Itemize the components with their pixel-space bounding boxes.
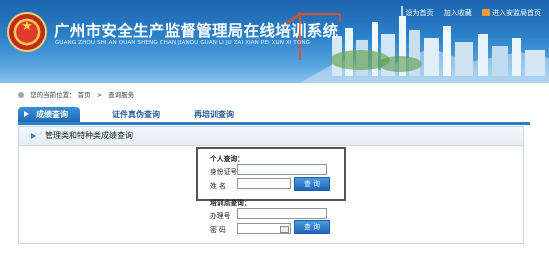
site-title: 广州市安全生产监督管理局在线培训系统 xyxy=(54,22,339,40)
panel-header: 管理类和特种类成绩查询 xyxy=(19,127,523,146)
password-input[interactable] xyxy=(237,223,291,234)
account-number-label: 办理号 xyxy=(210,212,231,220)
emblem-logo: ★ xyxy=(9,14,45,50)
breadcrumb-home[interactable]: 首页 xyxy=(78,91,91,99)
panel-title: 管理类和特种类成绩查询 xyxy=(45,131,133,140)
location-icon xyxy=(18,92,24,98)
breadcrumb: 您的当前位置： 首页 > 查询服务 xyxy=(18,89,134,99)
set-homepage-link[interactable]: 设为首页 xyxy=(406,9,434,17)
top-links: 设为首页 加入收藏 进入安监局首页 xyxy=(398,8,541,18)
center-query-button[interactable]: 查 询 xyxy=(294,220,330,234)
query-tabs: 成绩查询 证件真伪查询 再培训查询 xyxy=(18,106,530,125)
play-arrow-icon xyxy=(24,111,29,117)
play-arrow-icon xyxy=(31,133,36,139)
tab-certificate-verify[interactable]: 证件真伪查询 xyxy=(112,107,160,122)
personal-query-label: 个人查询： xyxy=(210,155,244,163)
keyboard-icon[interactable] xyxy=(280,226,289,233)
bureau-home-link[interactable]: 进入安监局首页 xyxy=(492,9,541,17)
tab-label: 成绩查询 xyxy=(36,110,68,119)
tab-label: 证件真伪查询 xyxy=(112,110,160,119)
name-label: 姓 名 xyxy=(210,182,226,190)
account-number-input[interactable] xyxy=(237,208,327,219)
password-label: 密 码 xyxy=(210,226,226,234)
id-number-input[interactable] xyxy=(237,164,327,175)
tab-label: 再培训查询 xyxy=(194,110,234,119)
site-subtitle: GUANG ZHOU SHI AN QUAN SHENG CHAN JIANDU… xyxy=(55,40,311,46)
center-query-label: 培训点查询： xyxy=(210,199,251,207)
personal-query-button[interactable]: 查 询 xyxy=(294,177,330,191)
breadcrumb-current: 查询服务 xyxy=(108,91,135,99)
tab-retraining-query[interactable]: 再培训查询 xyxy=(194,107,234,122)
query-panel: 管理类和特种类成绩查询 个人查询： 身份证号 姓 名 查 询 培训点查询： 办理… xyxy=(18,126,524,244)
tab-score-query[interactable]: 成绩查询 xyxy=(18,107,80,122)
house-icon xyxy=(482,9,490,16)
name-input[interactable] xyxy=(237,178,291,189)
site-header: ★ 广州市安全生产监督管理局在线培训系统 GUANG ZHOU SHI AN Q… xyxy=(0,0,549,83)
id-number-label: 身份证号 xyxy=(210,168,238,176)
breadcrumb-prefix: 您的当前位置： xyxy=(30,91,76,99)
breadcrumb-separator: > xyxy=(96,91,103,99)
add-favorite-link[interactable]: 加入收藏 xyxy=(444,9,472,17)
star-icon: ★ xyxy=(21,19,33,34)
